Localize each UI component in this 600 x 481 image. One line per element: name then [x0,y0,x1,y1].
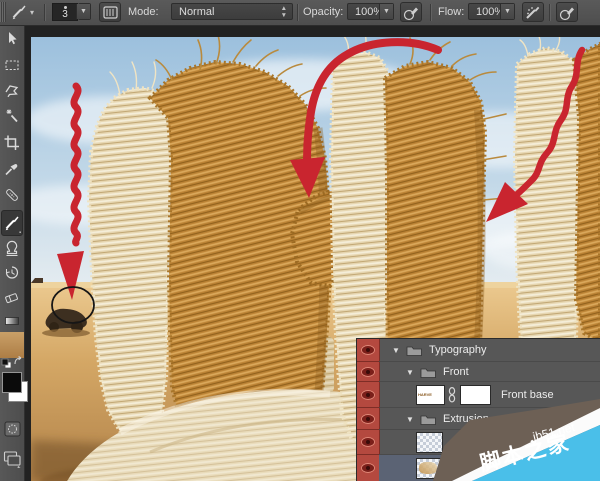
mode-value: Normal [179,6,214,18]
default-colors-icon[interactable] [1,358,12,369]
magic-wand-tool[interactable] [3,108,21,126]
pressure-pen-icon [558,4,578,22]
opacity-dropdown[interactable]: 100% ▼ [347,3,394,20]
eraser-tool[interactable] [3,288,21,306]
layer-visibility-toggle[interactable] [357,430,379,455]
brush-preset-caret-icon[interactable]: ▾ [30,8,34,17]
brush-size-dropdown-button[interactable]: ▼ [78,3,91,20]
flow-label: Flow: [438,6,464,18]
mode-label: Mode: [128,6,159,18]
tablet-pressure-size-button[interactable] [556,2,578,22]
folder-icon [420,366,437,378]
airbrush-button[interactable] [522,2,544,22]
wavy-arrow-down-left [74,86,78,243]
layer-visibility-toggle[interactable] [357,408,379,430]
healing-brush-tool[interactable] [3,186,21,204]
tools-panel: ▪ [0,25,25,481]
flow-dropdown[interactable]: 100% ▼ [468,3,515,20]
folder-icon [406,344,423,356]
gradient-tool[interactable] [3,312,21,330]
swap-colors-icon[interactable] [13,356,24,367]
toolbar-overlay-artifact [0,332,24,358]
crop-tool[interactable] [3,134,21,152]
layer-group-row[interactable]: ▼ Typography [379,339,600,362]
rectangular-marquee-tool[interactable] [3,56,21,74]
brush-size-value: 3 [53,6,77,24]
airbrush-icon [524,4,544,22]
eyedropper-tool[interactable] [3,160,21,178]
layer-visibility-toggle[interactable] [357,339,379,362]
mode-select[interactable]: Normal ▲▼ [171,3,293,20]
panel-grip[interactable] [0,2,6,22]
mode-updown-icon: ▲▼ [281,5,287,19]
brush-preset-icon[interactable] [10,3,28,21]
move-tool[interactable] [3,30,21,48]
brush-size-box[interactable]: 3 [52,3,78,21]
layer-visibility-toggle[interactable] [357,455,379,481]
layer-visibility-toggle[interactable] [357,382,379,408]
toggle-brush-panel-button[interactable] [99,2,121,22]
quick-mask-icon[interactable] [4,420,21,438]
tablet-pressure-opacity-button[interactable] [400,2,422,22]
photoshop-window: { "options_bar": { "brush_size": "3", "m… [0,0,600,481]
foreground-color-swatch[interactable] [2,372,22,393]
options-bar: ▾ 3 ▼ Mode: Normal ▲▼ Opacity: 100% ▼ Fl… [0,0,600,26]
opacity-label: Opacity: [303,6,343,18]
screen-mode-icon[interactable] [3,450,22,468]
pressure-pen-icon [402,4,422,22]
layer-group-name[interactable]: Typography [429,344,486,356]
flow-caret-icon: ▼ [500,4,514,19]
collapse-triangle-icon[interactable]: ▼ [406,368,414,377]
brush-tool[interactable]: ▪ [1,210,23,236]
brush-panel-icon [101,4,121,22]
history-brush-tool[interactable] [3,264,21,282]
collapse-triangle-icon[interactable]: ▼ [392,346,400,355]
clone-stamp-tool[interactable] [3,240,21,258]
opacity-caret-icon: ▼ [379,4,393,19]
layer-group-name[interactable]: Front [443,366,469,378]
polygonal-lasso-tool[interactable] [3,82,21,100]
site-watermark: jb51.net 脚本之家 [428,394,600,481]
collapse-triangle-icon[interactable]: ▼ [406,415,414,424]
layer-group-row[interactable]: ▼ Front [379,362,600,382]
layer-visibility-toggle[interactable] [357,362,379,382]
